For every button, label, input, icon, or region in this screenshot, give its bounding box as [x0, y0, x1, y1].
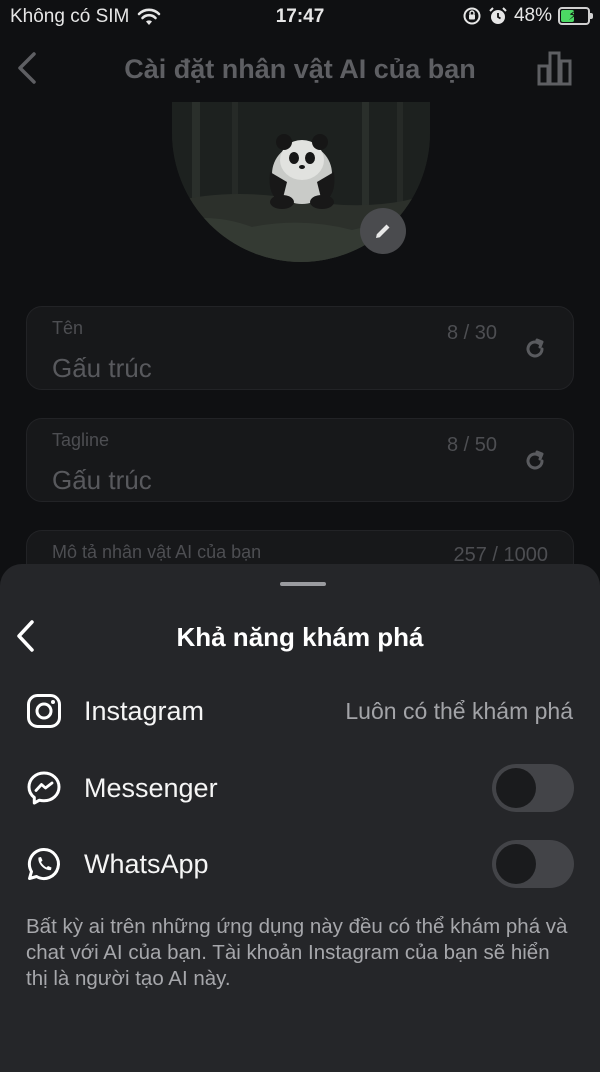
instagram-label: Instagram: [84, 696, 205, 726]
description-field-label: Mô tả nhân vật AI của bạn: [52, 542, 262, 562]
bolt-icon: ⚡: [568, 7, 578, 23]
status-right: 48% ⚡: [462, 5, 593, 27]
tagline-field-label: Tagline: [52, 430, 110, 450]
name-field[interactable]: Tên 8 / 30 Gấu trúc: [26, 306, 574, 390]
pencil-icon: [376, 224, 390, 238]
messenger-toggle[interactable]: [492, 764, 574, 812]
page-title: Cài đặt nhân vật AI của bạn: [124, 54, 476, 84]
tagline-char-count: 8 / 50: [446, 434, 497, 456]
edit-avatar-button[interactable]: [360, 208, 406, 254]
name-field-label: Tên: [52, 318, 84, 338]
messenger-icon: [27, 771, 61, 805]
battery-percent: 48%: [513, 5, 552, 26]
header: Cài đặt nhân vật AI của bạn: [0, 40, 600, 96]
instagram-row: Instagram Luôn có thể khám phá: [0, 683, 600, 739]
messenger-label: Messenger: [84, 773, 218, 803]
refresh-icon[interactable]: [523, 337, 547, 361]
sheet-title: Khả năng khám phá: [176, 622, 424, 652]
battery-charging-icon: ⚡: [558, 7, 593, 25]
refresh-icon[interactable]: [523, 449, 547, 473]
whatsapp-toggle[interactable]: [492, 840, 574, 888]
sheet-handle[interactable]: [280, 582, 326, 586]
instagram-status: Luôn có thể khám phá: [345, 698, 573, 724]
messenger-row: Messenger: [0, 760, 600, 816]
name-field-value: Gấu trúc: [52, 353, 152, 383]
toggle-knob: [496, 768, 536, 808]
bar-chart-icon: [537, 51, 572, 86]
orientation-lock-icon: [463, 7, 481, 25]
tagline-field[interactable]: Tagline 8 / 50 Gấu trúc: [26, 418, 574, 502]
status-bar: Không có SIM 17:47 48% ⚡: [0, 0, 600, 34]
instagram-icon: [27, 694, 61, 728]
whatsapp-row: WhatsApp: [0, 836, 600, 892]
toggle-knob: [496, 844, 536, 884]
discoverability-sheet: Khả năng khám phá Instagram Luôn có thể …: [0, 564, 600, 1072]
discoverability-footnote: Bất kỳ ai trên những ứng dụng này đều có…: [26, 915, 568, 990]
whatsapp-icon: [27, 847, 60, 880]
name-char-count: 8 / 30: [446, 322, 497, 344]
stats-button[interactable]: [536, 50, 574, 86]
whatsapp-label: WhatsApp: [84, 849, 209, 879]
tagline-field-value: Gấu trúc: [52, 465, 152, 495]
alarm-icon: [489, 7, 507, 24]
